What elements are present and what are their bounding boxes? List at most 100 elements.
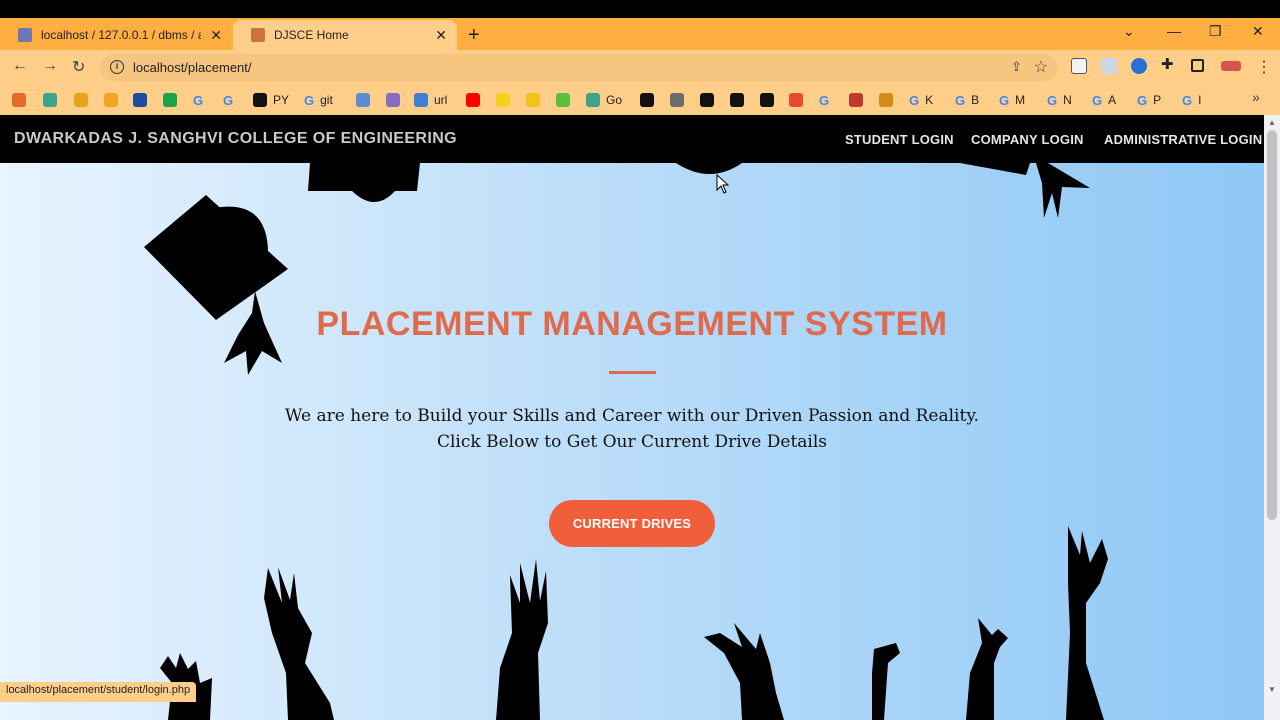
reload-icon[interactable]: ↻ bbox=[72, 57, 85, 77]
bookmark-item[interactable] bbox=[163, 92, 183, 108]
bookmark-favicon-icon bbox=[43, 93, 57, 107]
site-favicon-icon bbox=[251, 28, 265, 42]
phpmyadmin-favicon-icon bbox=[18, 28, 32, 42]
tab-title: DJSCE Home bbox=[274, 28, 349, 42]
bookmark-item[interactable] bbox=[640, 92, 660, 108]
bookmark-item[interactable] bbox=[760, 92, 780, 108]
scrollbar-thumb[interactable] bbox=[1267, 130, 1277, 520]
scroll-up-icon[interactable]: ▲ bbox=[1268, 118, 1276, 127]
bookmark-item[interactable] bbox=[74, 92, 94, 108]
bookmark-item[interactable]: GA bbox=[1092, 92, 1116, 108]
status-bar-url: localhost/placement/student/login.php bbox=[0, 682, 197, 702]
bookmark-item[interactable] bbox=[496, 92, 516, 108]
a-extension-icon[interactable] bbox=[1131, 58, 1147, 74]
side-panel-icon[interactable] bbox=[1191, 59, 1204, 72]
browser-chrome: localhost / 127.0.0.1 / dbms / ad ✕ DJSC… bbox=[0, 18, 1280, 115]
bookmark-item[interactable] bbox=[670, 92, 690, 108]
tab-djsce-home[interactable]: DJSCE Home ✕ bbox=[233, 20, 457, 50]
bookmark-item[interactable] bbox=[466, 92, 486, 108]
bookmark-favicon-icon bbox=[74, 93, 88, 107]
bookmark-item[interactable] bbox=[556, 92, 576, 108]
bookmark-favicon-icon bbox=[133, 93, 147, 107]
panda-extension-icon[interactable] bbox=[1071, 58, 1087, 74]
bookmark-item[interactable] bbox=[133, 92, 153, 108]
bookmark-item[interactable] bbox=[104, 92, 124, 108]
bookmark-label: PY bbox=[273, 93, 290, 107]
tab-phpmyadmin[interactable]: localhost / 127.0.0.1 / dbms / ad ✕ bbox=[0, 20, 232, 50]
bookmark-item[interactable]: PY bbox=[253, 92, 289, 108]
profile-badge-icon[interactable] bbox=[1221, 61, 1241, 71]
menu-kebab-icon[interactable]: ⋮ bbox=[1256, 57, 1272, 77]
site-navbar: DWARKADAS J. SANGHVI COLLEGE OF ENGINEER… bbox=[0, 115, 1264, 163]
tab-strip: localhost / 127.0.0.1 / dbms / ad ✕ DJSC… bbox=[0, 18, 1280, 50]
share-icon[interactable]: ⇪ bbox=[1011, 59, 1022, 75]
address-bar[interactable]: i localhost/placement/ ⇪ ☆ bbox=[100, 54, 1058, 81]
site-info-icon[interactable]: i bbox=[110, 60, 124, 74]
bookmark-item[interactable]: GM bbox=[999, 92, 1025, 108]
bookmark-item[interactable] bbox=[526, 92, 546, 108]
bookmark-item[interactable] bbox=[700, 92, 720, 108]
bookmark-favicon-icon bbox=[556, 93, 570, 107]
bookmark-favicon-icon bbox=[760, 93, 774, 107]
bookmark-favicon-icon bbox=[700, 93, 714, 107]
bookmark-item[interactable] bbox=[879, 92, 899, 108]
bookmark-label: K bbox=[925, 93, 934, 107]
bookmark-label: M bbox=[1015, 93, 1026, 107]
bookmark-item[interactable] bbox=[730, 92, 750, 108]
close-window-icon[interactable]: ✕ bbox=[1252, 23, 1264, 40]
nav-administrative-login[interactable]: ADMINISTRATIVE LOGIN bbox=[1104, 132, 1262, 147]
bookmark-item[interactable] bbox=[12, 92, 32, 108]
bookmark-item[interactable] bbox=[849, 92, 869, 108]
extension-icon[interactable] bbox=[1101, 58, 1117, 74]
bookmark-item[interactable]: Ggit bbox=[304, 92, 333, 108]
bookmark-item[interactable]: G bbox=[193, 92, 209, 108]
bookmark-favicon-icon bbox=[849, 93, 863, 107]
cap-silhouette bbox=[960, 163, 1030, 175]
nav-company-login[interactable]: COMPANY LOGIN bbox=[971, 132, 1084, 147]
site-brand[interactable]: DWARKADAS J. SANGHVI COLLEGE OF ENGINEER… bbox=[14, 130, 457, 148]
google-icon: G bbox=[819, 92, 830, 108]
bookmark-item[interactable]: GN bbox=[1047, 92, 1072, 108]
browser-toolbar: ← → ↻ i localhost/placement/ ⇪ ☆ ✚ ⋮ bbox=[0, 50, 1280, 85]
scroll-down-icon[interactable]: ▼ bbox=[1268, 685, 1276, 694]
hero-line-1: We are here to Build your Skills and Car… bbox=[284, 406, 980, 426]
bookmark-favicon-icon bbox=[496, 93, 510, 107]
bookmark-item[interactable]: GB bbox=[955, 92, 979, 108]
restore-icon[interactable]: ❐ bbox=[1209, 23, 1222, 40]
bookmark-item[interactable]: url bbox=[414, 92, 447, 108]
tab-search-icon[interactable]: ⌄ bbox=[1123, 23, 1135, 40]
more-bookmarks-icon[interactable]: » bbox=[1252, 89, 1260, 105]
close-tab-icon[interactable]: ✕ bbox=[435, 27, 447, 44]
bookmark-item[interactable] bbox=[356, 92, 376, 108]
bookmark-star-icon[interactable]: ☆ bbox=[1034, 57, 1048, 77]
hand-silhouette bbox=[264, 567, 334, 720]
extensions-puzzle-icon[interactable]: ✚ bbox=[1161, 55, 1177, 73]
google-icon: G bbox=[304, 92, 315, 108]
back-icon[interactable]: ← bbox=[12, 57, 28, 75]
bookmark-item[interactable]: GK bbox=[909, 92, 933, 108]
bookmarks-bar: » G G PY Ggit url Go G G K G B G M G N G A G P G I bbox=[0, 85, 1280, 115]
bookmark-item[interactable] bbox=[789, 92, 809, 108]
bookmark-item[interactable] bbox=[43, 92, 63, 108]
bookmark-label: git bbox=[320, 93, 333, 107]
current-drives-button[interactable]: CURRENT DRIVES bbox=[549, 500, 715, 547]
bookmark-item[interactable]: G bbox=[819, 92, 835, 108]
close-tab-icon[interactable]: ✕ bbox=[210, 27, 222, 44]
bookmark-favicon-icon bbox=[640, 93, 654, 107]
bookmark-favicon-icon bbox=[163, 93, 177, 107]
bookmark-item[interactable]: GP bbox=[1137, 92, 1161, 108]
bookmark-item[interactable]: GI bbox=[1182, 92, 1201, 108]
new-tab-icon[interactable]: + bbox=[468, 24, 480, 47]
minimize-icon[interactable]: — bbox=[1167, 23, 1181, 39]
google-icon: G bbox=[1092, 92, 1103, 108]
forward-icon[interactable]: → bbox=[42, 57, 58, 75]
bookmark-item[interactable]: G bbox=[223, 92, 239, 108]
page-scrollbar[interactable]: ▲ ▼ bbox=[1264, 115, 1280, 720]
google-icon: G bbox=[955, 92, 966, 108]
bookmark-item[interactable] bbox=[386, 92, 406, 108]
bookmark-favicon-icon bbox=[356, 93, 370, 107]
nav-student-login[interactable]: STUDENT LOGIN bbox=[845, 132, 954, 147]
hand-silhouette bbox=[496, 559, 548, 720]
bookmark-item[interactable]: Go bbox=[586, 92, 622, 108]
bookmark-label: Go bbox=[606, 93, 623, 107]
